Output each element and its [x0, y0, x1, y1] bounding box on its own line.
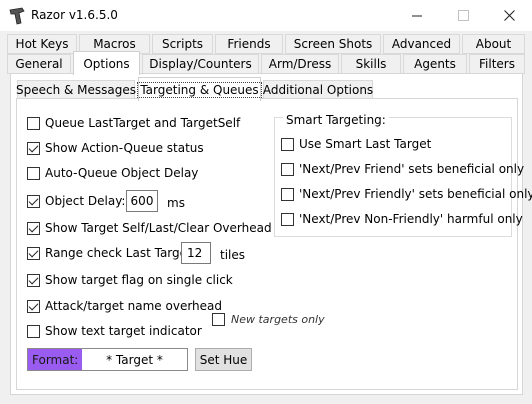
tab-skills[interactable]: Skills	[341, 54, 401, 74]
close-icon	[503, 10, 515, 21]
show-text-target-checkbox[interactable]	[27, 325, 40, 338]
queue-last-target-checkbox[interactable]	[27, 117, 40, 130]
show-text-target-label: Show text target indicator	[45, 324, 202, 338]
next-prev-nonfriendly-label: 'Next/Prev Non-Friendly' harmful only	[299, 212, 523, 226]
auto-queue-delay-checkbox[interactable]	[27, 167, 40, 180]
object-delay-input[interactable]: 600	[126, 190, 158, 212]
tab-hot-keys[interactable]: Hot Keys	[7, 34, 77, 54]
set-hue-button[interactable]: Set Hue	[195, 348, 252, 371]
show-action-queue-checkbox[interactable]	[27, 142, 40, 155]
maximize-icon	[457, 10, 469, 21]
smart-last-target-label: Use Smart Last Target	[299, 137, 432, 151]
subtab-speech-messages[interactable]: Speech & Messages	[16, 80, 136, 100]
new-targets-only-checkbox[interactable]	[212, 313, 225, 326]
title-bar: Razor v1.6.5.0	[0, 0, 532, 31]
subtab-additional-options[interactable]: Additional Options	[263, 80, 373, 100]
show-target-flag-label: Show target flag on single click	[45, 273, 233, 287]
tab-advanced[interactable]: Advanced	[383, 34, 460, 54]
format-field[interactable]: Format: * Target *	[27, 348, 188, 371]
next-prev-friendly-checkbox[interactable]	[281, 188, 294, 201]
subtab-targeting-queues-label: Targeting & Queues	[137, 81, 262, 98]
tab-filters[interactable]: Filters	[469, 54, 525, 74]
tab-about[interactable]: About	[462, 34, 525, 54]
tab-options[interactable]: Options	[73, 51, 140, 75]
format-value: * Target *	[106, 352, 163, 367]
next-prev-nonfriendly-checkbox[interactable]	[281, 213, 294, 226]
minimize-button[interactable]	[394, 0, 440, 31]
next-prev-friendly-label: 'Next/Prev Friendly' sets beneficial onl…	[299, 187, 532, 201]
auto-queue-delay-label: Auto-Queue Object Delay	[45, 166, 199, 180]
tab-general[interactable]: General	[7, 54, 71, 74]
maximize-button[interactable]	[440, 0, 486, 31]
show-target-flag-checkbox[interactable]	[27, 274, 40, 287]
tab-screen-shots[interactable]: Screen Shots	[285, 34, 381, 54]
object-delay-label: Object Delay:	[45, 194, 126, 208]
show-target-overhead-checkbox[interactable]	[27, 222, 40, 235]
tab-scripts[interactable]: Scripts	[152, 34, 213, 54]
object-delay-unit: ms	[167, 196, 185, 210]
range-check-input[interactable]: 12	[181, 242, 211, 264]
window-title: Razor v1.6.5.0	[31, 8, 118, 22]
new-targets-only-label: New targets only	[231, 313, 325, 326]
attack-target-overhead-checkbox[interactable]	[27, 300, 40, 313]
minimize-icon	[411, 15, 422, 17]
range-check-checkbox[interactable]	[27, 247, 40, 260]
object-delay-checkbox[interactable]	[27, 195, 40, 208]
queue-last-target-label: Queue LastTarget and TargetSelf	[45, 116, 241, 130]
smart-last-target-checkbox[interactable]	[281, 138, 294, 151]
subtab-targeting-queues[interactable]: Targeting & Queues	[137, 77, 262, 101]
show-target-overhead-label: Show Target Self/Last/Clear Overhead	[45, 221, 272, 235]
format-label: Format:	[28, 349, 82, 370]
razor-app-icon	[9, 7, 25, 25]
tab-arm-dress[interactable]: Arm/Dress	[261, 54, 339, 74]
tab-display-counters[interactable]: Display/Counters	[142, 54, 259, 74]
next-prev-friend-checkbox[interactable]	[281, 163, 294, 176]
tab-agents[interactable]: Agents	[403, 54, 467, 74]
show-action-queue-label: Show Action-Queue status	[45, 141, 204, 155]
range-check-label: Range check Last Target:	[45, 246, 196, 260]
next-prev-friend-label: 'Next/Prev Friend' sets beneficial only	[299, 162, 525, 176]
close-button[interactable]	[486, 0, 532, 31]
tab-friends[interactable]: Friends	[215, 34, 283, 54]
smart-targeting-title: Smart Targeting:	[283, 113, 389, 127]
attack-target-overhead-label: Attack/target name overhead	[45, 299, 223, 313]
range-check-unit: tiles	[220, 248, 246, 262]
